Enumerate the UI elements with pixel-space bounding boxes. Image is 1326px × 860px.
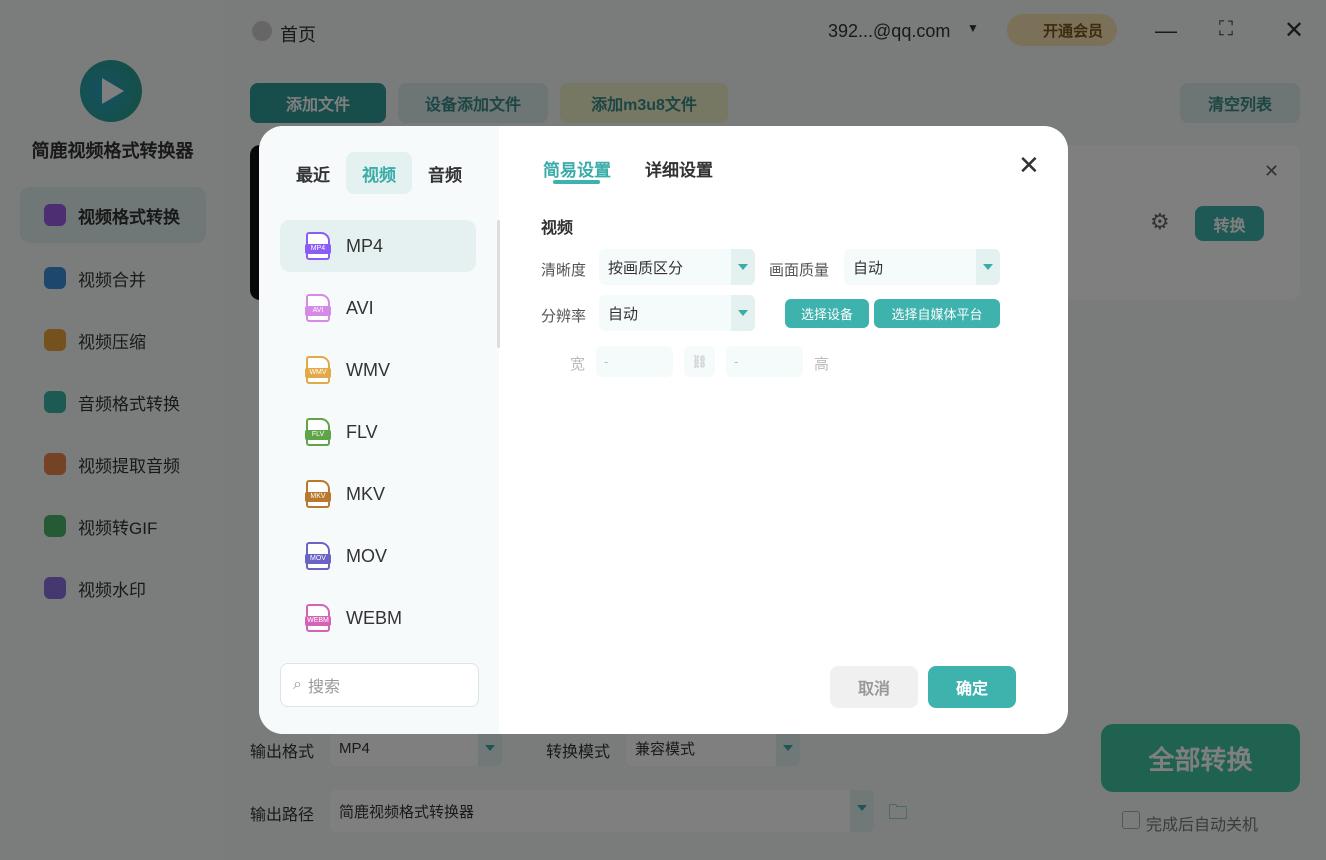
icon-badge: MKV <box>305 492 331 502</box>
tab-detailed-settings[interactable]: 详细设置 <box>645 156 713 181</box>
file-mov-icon: MOV <box>305 542 331 570</box>
tab-audio[interactable]: 音频 <box>412 152 478 194</box>
format-search-input[interactable]: ⌕ 搜索 <box>280 663 479 707</box>
format-name: FLV <box>346 421 378 442</box>
quality-value: 自动 <box>853 259 884 277</box>
icon-badge: MP4 <box>305 244 331 254</box>
file-avi-icon: AVI <box>305 294 331 322</box>
height-input[interactable]: - <box>726 346 803 377</box>
format-item-mkv[interactable]: MKV MKV <box>280 468 476 520</box>
format-name: MP4 <box>346 235 384 256</box>
format-item-avi[interactable]: AVI AVI <box>280 282 476 334</box>
height-label: 高 <box>814 356 830 373</box>
format-settings-dialog: 最近 视频 音频 MP4 MP4 AVI AVI WMV WMV FLV FLV MKV MKV M… <box>259 126 1068 734</box>
select-device-button[interactable]: 选择设备 <box>785 299 869 328</box>
format-name: MOV <box>346 545 388 566</box>
height-value: - <box>734 354 739 369</box>
close-icon[interactable]: ✕ <box>1018 150 1040 181</box>
format-name: WMV <box>346 359 390 380</box>
icon-badge: FLV <box>305 430 331 440</box>
resolution-value: 自动 <box>608 305 639 323</box>
width-value: - <box>604 354 609 369</box>
section-title: 视频 <box>541 220 574 237</box>
cancel-button[interactable]: 取消 <box>830 666 918 708</box>
resolution-select[interactable]: 自动 <box>599 295 755 331</box>
search-placeholder: 搜索 <box>307 679 340 696</box>
file-wmv-icon: WMV <box>305 356 331 384</box>
format-list-panel: 最近 视频 音频 MP4 MP4 AVI AVI WMV WMV FLV FLV MKV MKV M… <box>259 126 500 734</box>
icon-badge: WEBM <box>305 616 331 626</box>
link-ratio-icon[interactable]: ⛓ <box>684 346 715 377</box>
format-name: AVI <box>346 297 374 318</box>
tab-simple-settings[interactable]: 简易设置 <box>543 156 611 181</box>
file-webm-icon: WEBM <box>305 604 331 632</box>
format-name: MKV <box>346 483 386 504</box>
icon-badge: WMV <box>305 368 331 378</box>
active-tab-indicator <box>553 180 600 184</box>
scrollbar[interactable] <box>497 220 500 348</box>
clarity-label: 清晰度 <box>541 262 587 279</box>
format-item-mp4[interactable]: MP4 MP4 <box>280 220 476 272</box>
file-mp4-icon: MP4 <box>305 232 331 260</box>
file-flv-icon: FLV <box>305 418 331 446</box>
resolution-label: 分辨率 <box>541 308 587 325</box>
search-icon: ⌕ <box>293 676 302 693</box>
format-name: WEBM <box>346 607 402 628</box>
clarity-select[interactable]: 按画质区分 <box>599 249 755 285</box>
quality-select[interactable]: 自动 <box>844 249 1000 285</box>
format-item-mov[interactable]: MOV MOV <box>280 530 476 582</box>
width-input[interactable]: - <box>596 346 673 377</box>
quality-label: 画面质量 <box>769 262 830 279</box>
format-item-webm[interactable]: WEBM WEBM <box>280 592 476 644</box>
icon-badge: AVI <box>305 306 331 316</box>
select-platform-button[interactable]: 选择自媒体平台 <box>874 299 1000 328</box>
format-item-wmv[interactable]: WMV WMV <box>280 344 476 396</box>
format-item-flv[interactable]: FLV FLV <box>280 406 476 458</box>
icon-badge: MOV <box>305 554 331 564</box>
tab-video[interactable]: 视频 <box>346 152 412 194</box>
width-label: 宽 <box>570 356 586 373</box>
tab-recent[interactable]: 最近 <box>280 152 346 194</box>
file-mkv-icon: MKV <box>305 480 331 508</box>
ok-button[interactable]: 确定 <box>928 666 1016 708</box>
clarity-value: 按画质区分 <box>608 259 684 277</box>
